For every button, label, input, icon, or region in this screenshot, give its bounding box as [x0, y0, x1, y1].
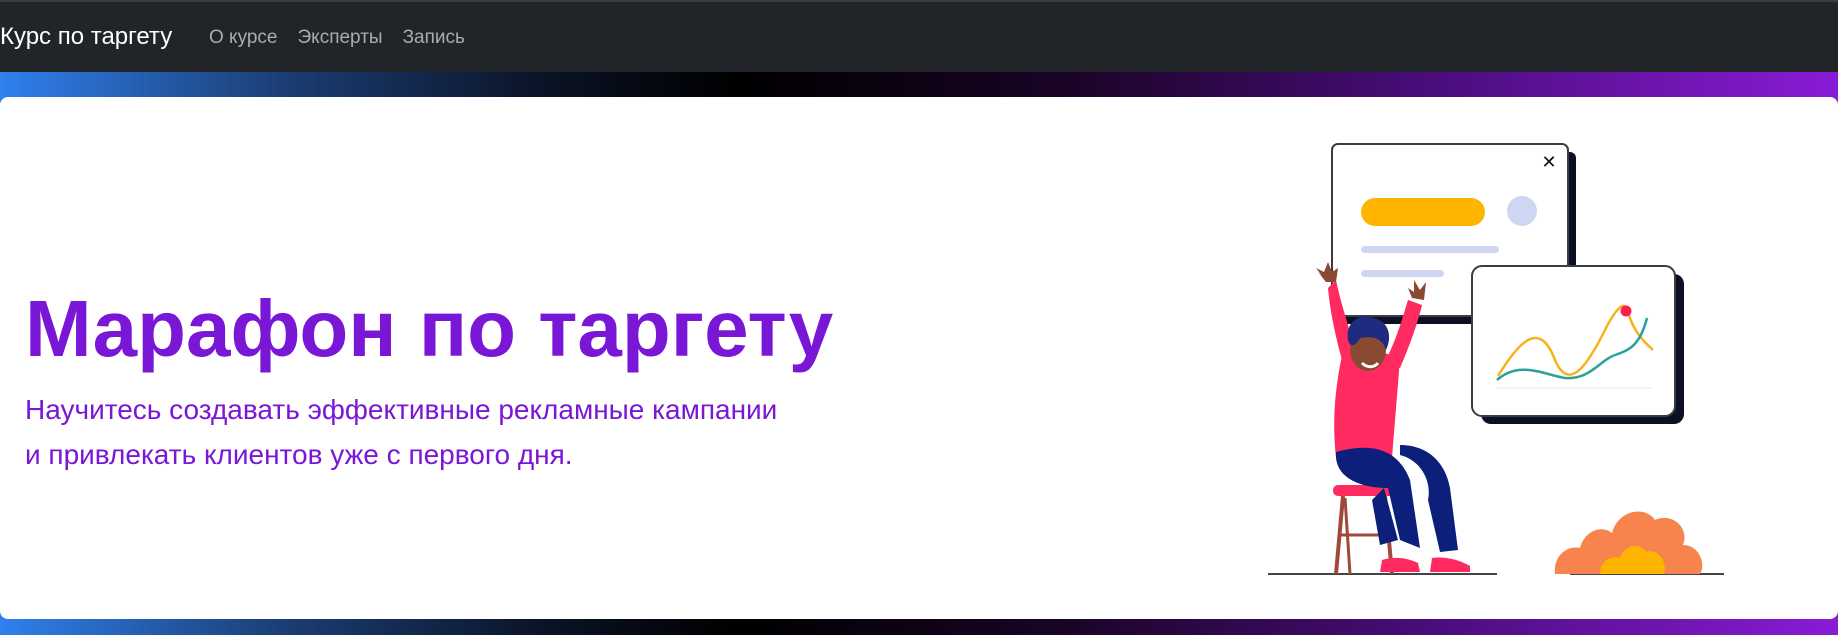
chart-window — [1471, 265, 1684, 424]
close-icon: ✕ — [1541, 152, 1556, 173]
hero-subtitle: Научитесь создавать эффективные рекламны… — [25, 387, 885, 477]
navbar: Курс по таргету О курсе Эксперты Запись — [0, 0, 1838, 72]
nav-link-signup[interactable]: Запись — [403, 27, 465, 49]
chart-highlight-dot — [1620, 305, 1632, 317]
avatar-circle-shape — [1507, 196, 1537, 226]
bush-shape — [1554, 511, 1703, 574]
brand-link[interactable]: Курс по таргету — [0, 23, 172, 51]
hero-subtitle-line-2: и привлекать клиентов уже с первого дня. — [25, 439, 573, 470]
nav-link-experts[interactable]: Эксперты — [298, 27, 383, 49]
hero-illustration: ✕ — [1268, 143, 1724, 575]
nav-links: О курсе Эксперты Запись — [209, 27, 465, 49]
hero-title: Марафон по таргету — [25, 284, 834, 373]
nav-link-about[interactable]: О курсе — [209, 27, 278, 49]
yellow-pill-shape — [1361, 198, 1485, 226]
hero-card: Марафон по таргету Научитесь создавать э… — [0, 97, 1838, 619]
hero-subtitle-line-1: Научитесь создавать эффективные рекламны… — [25, 394, 778, 425]
